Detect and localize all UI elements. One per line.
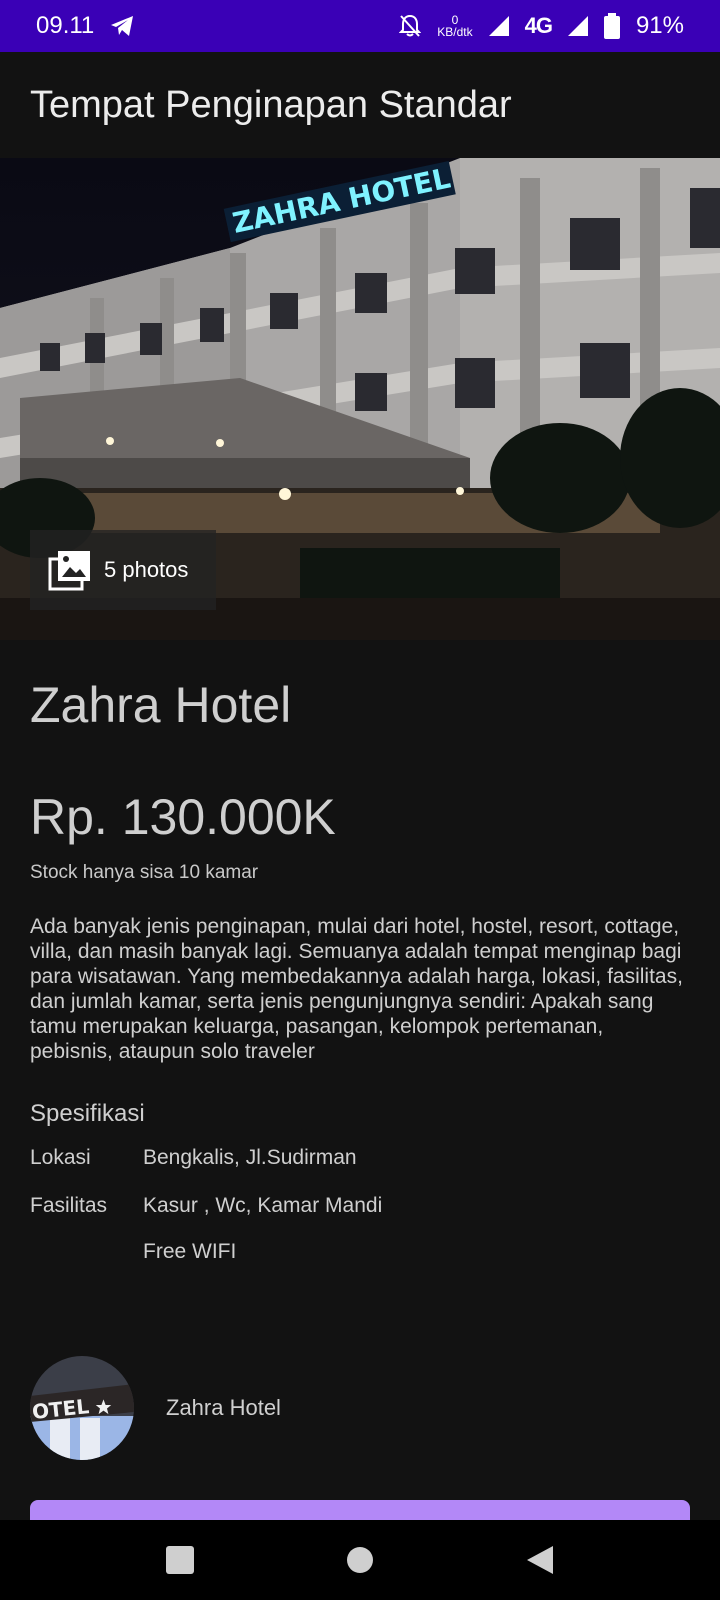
square-icon[interactable]: [165, 1545, 195, 1575]
spec-location-label: Lokasi: [30, 1146, 91, 1169]
system-nav-bar: [0, 1520, 720, 1600]
owner-row[interactable]: OTEL Zahra Hotel: [30, 1356, 281, 1460]
page-title: Tempat Penginapan Standar: [30, 83, 512, 126]
avatar[interactable]: OTEL: [30, 1356, 134, 1460]
hotel-details: Zahra Hotel Rp. 130.000K Stock hanya sis…: [30, 640, 690, 1264]
image-icon: [48, 551, 90, 591]
spec-location-row: Lokasi Bengkalis, Jl.Sudirman: [30, 1146, 690, 1170]
network-type: 4G: [524, 13, 553, 38]
spec-location-value: Bengkalis, Jl.Sudirman: [143, 1146, 357, 1169]
status-right: 0 KB/dtk 4G 91%: [399, 12, 684, 40]
signal-icon: [567, 16, 588, 36]
owner-name: Zahra Hotel: [166, 1395, 281, 1420]
bell-off-icon: [399, 14, 422, 37]
photo-count-label: 5 photos: [104, 557, 189, 582]
spec-facilities-value: Kasur , Wc, Kamar Mandi: [143, 1194, 383, 1217]
circle-icon[interactable]: [345, 1545, 375, 1575]
status-bar: 09.11 0 KB/dtk 4G 91%: [0, 0, 720, 52]
battery-icon: [603, 13, 620, 39]
hotel-price: Rp. 130.000K: [30, 789, 336, 845]
hotel-name: Zahra Hotel: [30, 677, 292, 733]
net-speed-unit: KB/dtk: [437, 25, 473, 39]
triangle-back-icon[interactable]: [525, 1545, 555, 1575]
battery-level: 91%: [635, 12, 684, 39]
status-time: 09.11: [36, 12, 95, 39]
spec-facilities-row: Fasilitas Kasur , Wc, Kamar Mandi: [30, 1194, 690, 1218]
spec-title: Spesifikasi: [30, 1100, 145, 1127]
app-bar: Tempat Penginapan Standar: [0, 52, 720, 158]
signal-icon: [488, 16, 509, 36]
status-left: 09.11: [36, 12, 134, 40]
hotel-description: Ada banyak jenis penginapan, mulai dari …: [30, 915, 683, 1063]
telegram-icon: [111, 16, 134, 36]
avatar-image: OTEL: [30, 1356, 134, 1460]
net-speed: 0 KB/dtk: [437, 14, 472, 38]
hotel-hero-image[interactable]: ZAHRA HOTEL 5 photos: [0, 158, 720, 640]
spec-facilities-label: Fasilitas: [30, 1194, 108, 1217]
photo-count-badge[interactable]: 5 photos: [30, 530, 216, 610]
stock-info: Stock hanya sisa 10 kamar: [30, 862, 259, 883]
spec-facilities-extra: Free WIFI: [143, 1240, 237, 1263]
